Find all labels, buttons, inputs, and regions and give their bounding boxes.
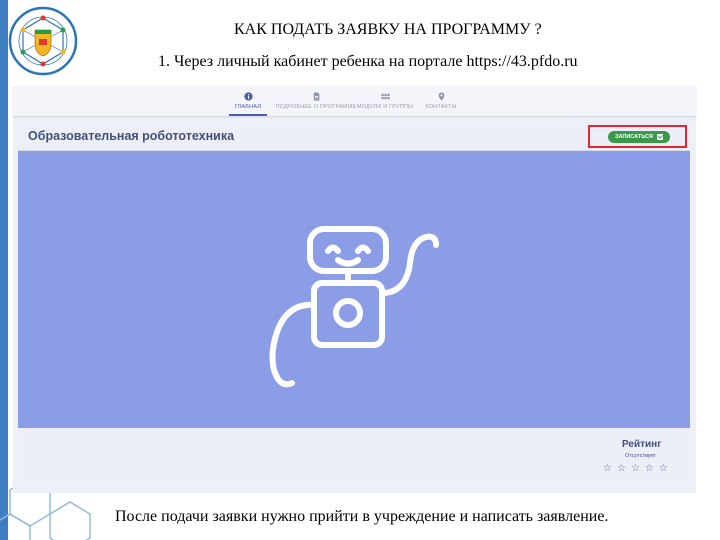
enroll-button-label: ЗАПИСАТЬСЯ bbox=[615, 134, 653, 140]
enroll-highlight-frame: ЗАПИСАТЬСЯ bbox=[588, 125, 687, 148]
slide-heading: КАК ПОДАТЬ ЗАЯВКУ НА ПРОГРАММУ ? bbox=[234, 21, 542, 38]
tab-modules-groups[interactable]: МОДУЛИ И ГРУППЫ bbox=[357, 89, 413, 115]
program-hero-image bbox=[18, 151, 690, 428]
active-tab-indicator bbox=[229, 114, 267, 116]
rating-status: Отсутствует bbox=[625, 453, 656, 459]
rating-title: Рейтинг bbox=[622, 439, 662, 450]
tab-program-details-label: ПОДРОБНЕЕ О ПРОГРАММЕ bbox=[275, 104, 357, 110]
location-pin-icon bbox=[438, 92, 444, 101]
portal-top-nav: ГЛАВНАЯ ПОДРОБНЕЕ О ПРОГРАММЕ МОДУЛИ И Г… bbox=[13, 86, 696, 116]
robot-icon bbox=[269, 226, 439, 388]
rating-panel: Рейтинг Отсутствует ☆ ☆ ☆ ☆ ☆ bbox=[18, 428, 690, 483]
program-card: Образовательная робототехника ЗАПИСАТЬСЯ bbox=[18, 122, 690, 483]
star-icon[interactable]: ☆ bbox=[659, 464, 668, 474]
document-icon bbox=[313, 92, 319, 101]
star-icon[interactable]: ☆ bbox=[603, 464, 612, 474]
tab-contacts[interactable]: КОНТАКТЫ bbox=[423, 89, 459, 115]
enroll-button[interactable]: ЗАПИСАТЬСЯ bbox=[608, 131, 670, 143]
portal-screenshot: ГЛАВНАЯ ПОДРОБНЕЕ О ПРОГРАММЕ МОДУЛИ И Г… bbox=[13, 86, 696, 493]
info-icon bbox=[243, 92, 253, 101]
program-title: Образовательная робототехника bbox=[28, 129, 235, 143]
star-icon[interactable]: ☆ bbox=[617, 464, 626, 474]
slide-subheading: 1. Через личный кабинет ребенка на порта… bbox=[158, 53, 578, 70]
rating-stars: ☆ ☆ ☆ ☆ ☆ bbox=[603, 464, 668, 474]
tab-contacts-label: КОНТАКТЫ bbox=[425, 104, 457, 110]
star-icon[interactable]: ☆ bbox=[631, 464, 640, 474]
tab-main-label: ГЛАВНАЯ bbox=[234, 104, 262, 110]
grid-icon bbox=[380, 93, 390, 100]
slide-left-band bbox=[0, 0, 8, 540]
star-icon[interactable]: ☆ bbox=[645, 464, 654, 474]
organization-logo bbox=[8, 6, 78, 76]
tab-program-details[interactable]: ПОДРОБНЕЕ О ПРОГРАММЕ bbox=[276, 89, 356, 115]
tab-modules-groups-label: МОДУЛИ И ГРУППЫ bbox=[356, 104, 414, 110]
program-card-header: Образовательная робототехника ЗАПИСАТЬСЯ bbox=[18, 122, 690, 151]
slide-footer-note: После подачи заявки нужно прийти в учреж… bbox=[115, 508, 609, 525]
checkbox-icon bbox=[656, 134, 663, 140]
tab-main[interactable]: ГЛАВНАЯ bbox=[229, 89, 267, 116]
